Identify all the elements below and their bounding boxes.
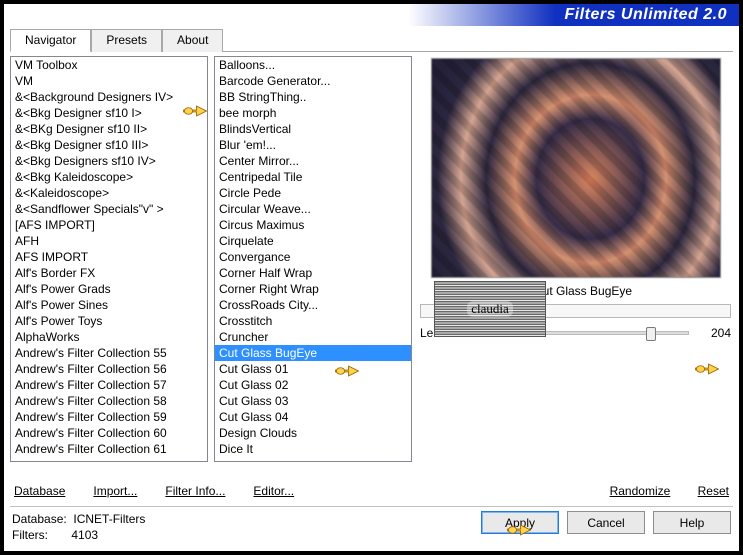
reset-link[interactable]: Reset — [698, 484, 729, 498]
list-item[interactable]: Andrew's Filter Collection 61 — [11, 441, 207, 457]
list-item[interactable]: &<Sandflower Specials"v" > — [11, 201, 207, 217]
list-item[interactable]: [AFS IMPORT] — [11, 217, 207, 233]
list-item[interactable]: &<Kaleidoscope> — [11, 185, 207, 201]
list-item[interactable]: BB StringThing.. — [215, 89, 411, 105]
list-item[interactable]: AFS IMPORT — [11, 249, 207, 265]
list-item[interactable]: Centripedal Tile — [215, 169, 411, 185]
list-item[interactable]: &<Bkg Designer sf10 III> — [11, 137, 207, 153]
list-item[interactable]: Andrew's Filter Collection 57 — [11, 377, 207, 393]
footer-info: Database: ICNET-Filters Filters: 4103 — [12, 511, 145, 543]
list-item[interactable]: Corner Right Wrap — [215, 281, 411, 297]
category-list[interactable]: VM ToolboxVM&<Background Designers IV>&<… — [10, 56, 208, 462]
list-item[interactable]: Cirquelate — [215, 233, 411, 249]
list-item[interactable]: &<Bkg Designer sf10 I> — [11, 105, 207, 121]
list-item[interactable]: Cut Glass 01 — [215, 361, 411, 377]
list-item[interactable]: Crosstitch — [215, 313, 411, 329]
tab-about[interactable]: About — [162, 29, 223, 52]
list-item[interactable]: AFH — [11, 233, 207, 249]
list-item[interactable]: &<Background Designers IV> — [11, 89, 207, 105]
list-item[interactable]: Cut Glass 03 — [215, 393, 411, 409]
list-item[interactable]: Circle Pede — [215, 185, 411, 201]
list-item[interactable]: Cut Glass 04 — [215, 409, 411, 425]
list-item[interactable]: VM — [11, 73, 207, 89]
list-item[interactable]: Alf's Border FX — [11, 265, 207, 281]
list-item[interactable]: Circus Maximus — [215, 217, 411, 233]
list-item[interactable]: Andrew's Filter Collection 60 — [11, 425, 207, 441]
list-item[interactable]: &<BKg Designer sf10 II> — [11, 121, 207, 137]
current-filter-name: Cut Glass BugEye — [534, 284, 731, 298]
list-item[interactable]: &<Bkg Kaleidoscope> — [11, 169, 207, 185]
list-item[interactable]: Corner Half Wrap — [215, 265, 411, 281]
import-link[interactable]: Import... — [93, 484, 137, 498]
preview-image — [431, 58, 721, 278]
randomize-link[interactable]: Randomize — [610, 484, 671, 498]
list-item[interactable]: Andrew's Filter Collection 56 — [11, 361, 207, 377]
list-item[interactable]: Blur 'em!... — [215, 137, 411, 153]
list-item[interactable]: Cruncher — [215, 329, 411, 345]
list-item[interactable]: Center Mirror... — [215, 153, 411, 169]
tab-navigator[interactable]: Navigator — [10, 29, 91, 52]
list-item[interactable]: Convergance — [215, 249, 411, 265]
list-item[interactable]: Andrew's Filter Collection 55 — [11, 345, 207, 361]
title-banner: Filters Unlimited 2.0 — [4, 4, 739, 26]
link-button-row: Database Import... Filter Info... Editor… — [10, 480, 733, 502]
list-item[interactable]: Alf's Power Grads — [11, 281, 207, 297]
apply-button[interactable]: Apply — [481, 511, 559, 534]
list-item[interactable]: &<Bkg Designers sf10 IV> — [11, 153, 207, 169]
list-item[interactable]: AlphaWorks — [11, 329, 207, 345]
list-item[interactable]: Balloons... — [215, 57, 411, 73]
cancel-button[interactable]: Cancel — [567, 511, 645, 534]
database-link[interactable]: Database — [14, 484, 65, 498]
filter-list[interactable]: Balloons...Barcode Generator...BB String… — [214, 56, 412, 462]
list-item[interactable]: bee morph — [215, 105, 411, 121]
list-item[interactable]: Alf's Power Toys — [11, 313, 207, 329]
list-item[interactable]: Design Clouds — [215, 425, 411, 441]
watermark-badge: claudia — [434, 281, 546, 337]
list-item[interactable]: Cut Glass BugEye — [215, 345, 411, 361]
list-item[interactable]: Andrew's Filter Collection 58 — [11, 393, 207, 409]
help-button[interactable]: Help — [653, 511, 731, 534]
app-title: Filters Unlimited 2.0 — [564, 6, 727, 24]
list-item[interactable]: VM Toolbox — [11, 57, 207, 73]
list-item[interactable]: Barcode Generator... — [215, 73, 411, 89]
param-value: 204 — [699, 326, 731, 340]
list-item[interactable]: CrossRoads City... — [215, 297, 411, 313]
list-item[interactable]: Dice It — [215, 441, 411, 457]
filter-info-link[interactable]: Filter Info... — [165, 484, 225, 498]
tab-strip: Navigator Presets About — [10, 28, 733, 52]
list-item[interactable]: Cut Glass 02 — [215, 377, 411, 393]
editor-link[interactable]: Editor... — [253, 484, 294, 498]
tab-presets[interactable]: Presets — [91, 29, 162, 52]
list-item[interactable]: Andrew's Filter Collection 59 — [11, 409, 207, 425]
list-item[interactable]: BlindsVertical — [215, 121, 411, 137]
list-item[interactable]: Alf's Power Sines — [11, 297, 207, 313]
list-item[interactable]: Circular Weave... — [215, 201, 411, 217]
